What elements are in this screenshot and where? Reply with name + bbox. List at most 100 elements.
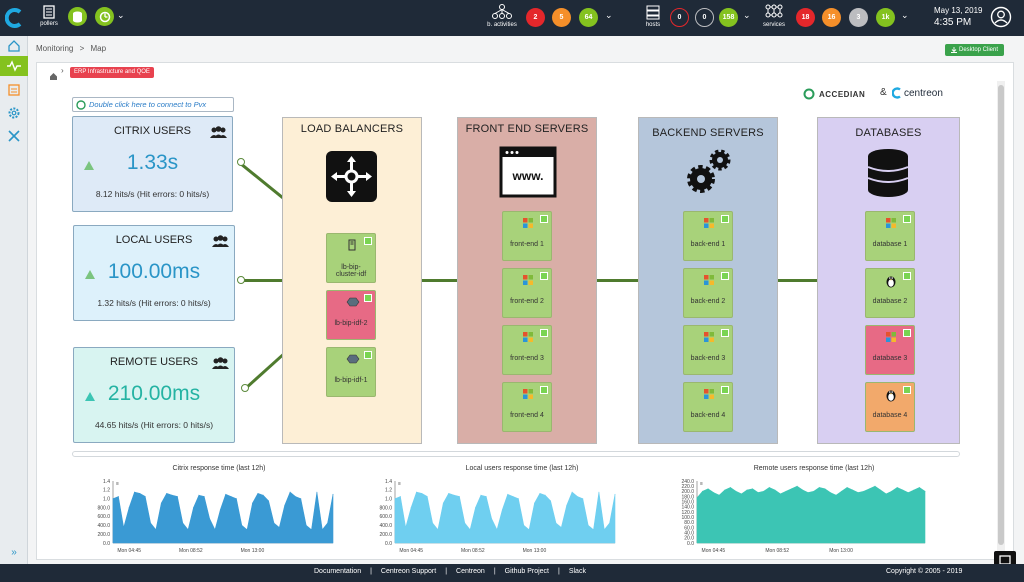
footer-link[interactable]: Documentation <box>314 568 361 575</box>
data-point <box>593 529 594 531</box>
b-activities-warning-count[interactable]: 5 <box>552 8 571 27</box>
windows-icon <box>885 331 897 343</box>
data-point <box>566 505 568 506</box>
database-node-4[interactable]: database 4 <box>865 382 915 432</box>
data-point <box>171 494 173 496</box>
backend-node-3[interactable]: back-end 3 <box>683 325 733 375</box>
trend-up-arrow <box>85 392 95 401</box>
map-scrollbar-thumb[interactable] <box>998 85 1004 545</box>
local-users-box[interactable]: LOCAL USERS 100.00ms 1.32 hits/s (Hit er… <box>73 225 235 321</box>
front-end-node-2[interactable]: front-end 2 <box>502 268 552 318</box>
breadcrumb-monitoring[interactable]: Monitoring <box>36 44 73 53</box>
citrix-users-box[interactable]: CITRIX USERS 1.33s 8.12 hits/s (Hit erro… <box>72 116 233 212</box>
front-end-node-3[interactable]: front-end 3 <box>502 325 552 375</box>
map-home-icon[interactable] <box>49 68 58 80</box>
windows-icon <box>703 331 715 343</box>
b-activities-chevron-down-icon[interactable]: ⌄ <box>605 10 613 21</box>
business-activities-icon[interactable] <box>491 3 513 21</box>
hosts-unreachable-count[interactable]: 0 <box>695 8 714 27</box>
home-icon[interactable] <box>4 36 24 56</box>
ok-status-icon <box>364 294 372 302</box>
monitoring-icon[interactable] <box>0 56 28 76</box>
data-point <box>746 489 748 491</box>
configuration-gear-icon[interactable] <box>4 103 24 123</box>
footer-link[interactable]: Centreon Support <box>381 568 436 575</box>
database-status-icon[interactable] <box>68 7 87 26</box>
hosts-chevron-down-icon[interactable]: ⌄ <box>743 10 751 21</box>
administration-tools-icon[interactable] <box>4 126 24 146</box>
lb-node-1[interactable]: lb-bip-cluster-idf <box>326 233 376 283</box>
chart-menu-icon[interactable]: ≡ <box>700 481 703 487</box>
data-point <box>421 493 423 494</box>
front-end-node-1[interactable]: front-end 1 <box>502 211 552 261</box>
gears-icon <box>683 147 735 197</box>
local-response-chart[interactable]: 1.4 1.2 1.0 800.0 600.0 400.0 200.0 0.0 Mon 04:4… <box>375 473 625 559</box>
remote-users-box[interactable]: REMOTE USERS 210.00ms 44.65 hits/s (Hit … <box>73 347 235 443</box>
chart-menu-icon[interactable]: ≡ <box>398 481 401 487</box>
services-icon[interactable] <box>764 3 784 21</box>
data-point <box>555 522 557 524</box>
services-critical-count[interactable]: 18 <box>796 8 815 27</box>
front-end-node-4[interactable]: front-end 4 <box>502 382 552 432</box>
pollers-icon[interactable] <box>41 4 57 20</box>
reporting-icon[interactable] <box>4 80 24 100</box>
services-ok-count[interactable]: 1k <box>876 8 895 27</box>
data-point <box>702 490 703 492</box>
windows-icon <box>703 217 715 229</box>
data-point <box>807 492 809 493</box>
lb-node-2[interactable]: lb-bip-idf-2 <box>326 290 376 340</box>
map-tag[interactable]: ERP Infrastructure and QOE <box>70 67 154 78</box>
data-point <box>730 487 731 488</box>
footer-link[interactable]: Slack <box>569 568 586 575</box>
y-tick-label: 800.0 <box>379 505 392 511</box>
user-profile-icon[interactable] <box>990 6 1012 28</box>
data-point <box>203 496 205 497</box>
data-point <box>262 494 264 496</box>
chart-menu-icon[interactable]: ≡ <box>116 481 119 487</box>
database-icon <box>867 148 909 198</box>
database-node-1[interactable]: database 1 <box>865 211 915 261</box>
backend-node-1[interactable]: back-end 1 <box>683 211 733 261</box>
trend-up-arrow <box>85 270 95 279</box>
x-tick-label: Mon 08:52 <box>461 548 485 554</box>
data-point <box>295 496 296 497</box>
b-activities-critical-count[interactable]: 2 <box>526 8 545 27</box>
backend-node-4[interactable]: back-end 4 <box>683 382 733 432</box>
map-scrollbar[interactable] <box>997 81 1005 551</box>
data-point <box>852 489 854 491</box>
services-warning-count[interactable]: 16 <box>822 8 841 27</box>
data-point <box>187 529 189 531</box>
data-point <box>609 522 610 524</box>
b-activities-ok-count[interactable]: 64 <box>579 8 598 27</box>
latency-status-icon[interactable] <box>95 7 114 26</box>
y-tick-label: 400.0 <box>97 523 110 529</box>
lb-node-3[interactable]: lb-bip-idf-1 <box>326 347 376 397</box>
breadcrumb-map[interactable]: Map <box>91 44 107 53</box>
ok-status-icon <box>540 272 548 280</box>
response-area-series <box>112 491 334 544</box>
backend-node-2[interactable]: back-end 2 <box>683 268 733 318</box>
connect-pvx-link[interactable]: Double click here to connect to Pvx <box>72 97 234 112</box>
desktop-client-button[interactable]: Desktop Client <box>945 44 1004 56</box>
database-node-2[interactable]: database 2 <box>865 268 915 318</box>
remote-response-chart[interactable]: 240.0220.0200.0180.0160.0140.0120.0100.0… <box>673 473 935 559</box>
centreon-logo[interactable] <box>4 8 25 28</box>
hosts-down-count[interactable]: 0 <box>670 8 689 27</box>
y-tick-label: 1.0 <box>385 497 392 503</box>
hosts-icon[interactable] <box>645 4 661 20</box>
node-label: database 3 <box>872 355 908 362</box>
data-point <box>791 488 792 490</box>
footer-link[interactable]: Github Project <box>505 568 549 575</box>
services-chevron-down-icon[interactable]: ⌄ <box>901 10 909 21</box>
data-point <box>225 493 227 495</box>
services-unknown-count[interactable]: 3 <box>849 8 868 27</box>
expand-sidebar-icon[interactable]: » <box>4 542 24 562</box>
remote-users-title: REMOTE USERS <box>109 356 198 368</box>
footer-link[interactable]: Centreon <box>456 568 485 575</box>
desktop-client-label: Desktop Client <box>958 47 999 53</box>
hosts-up-count[interactable]: 158 <box>719 8 738 27</box>
citrix-response-chart[interactable]: 1.4 1.2 1.0 800.0 600.0 400.0 200.0 0.0 Mon 04:4… <box>93 473 343 559</box>
pollers-chevron-down-icon[interactable]: ⌄ <box>117 10 125 21</box>
data-point <box>155 529 157 531</box>
database-node-3[interactable]: database 3 <box>865 325 915 375</box>
